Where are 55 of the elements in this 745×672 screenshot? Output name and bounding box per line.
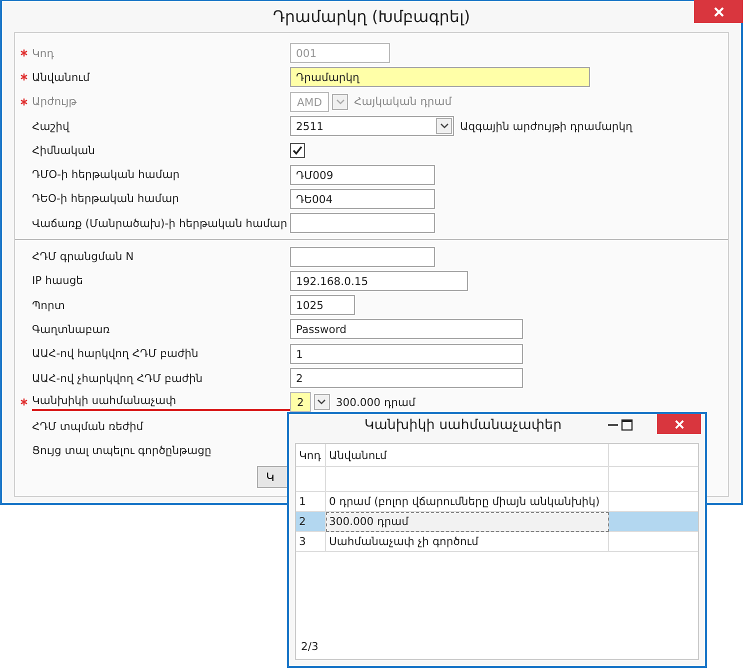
close-icon xyxy=(712,6,724,18)
field-note: Հայկական դրամ xyxy=(354,95,452,108)
popup-title: Կանխիկի սահմանաչափեր xyxy=(363,417,563,433)
column-header[interactable]: Անվանում xyxy=(326,444,609,467)
field-label: Կոդ xyxy=(32,46,55,60)
field-label: Արժույթ xyxy=(32,95,78,108)
input-field[interactable]: 192.168.0.15 xyxy=(290,270,468,291)
list-row[interactable]: 3 Սահմանաչափ չի գործում xyxy=(296,532,698,552)
input-field[interactable]: 2 xyxy=(290,368,523,388)
input-field[interactable]: Password xyxy=(290,319,523,340)
chevron-icon xyxy=(440,123,448,130)
table-cell: Սահմանաչափ չի գործում xyxy=(326,532,609,552)
field-label: ՀԴՄ տպման ռեժիմ xyxy=(32,420,144,434)
field-label: Պորտ xyxy=(32,298,66,312)
maximize-icon[interactable] xyxy=(621,419,633,431)
close-button[interactable] xyxy=(694,0,743,23)
field-label: IP հասցե xyxy=(32,274,84,288)
input-field[interactable] xyxy=(290,213,435,234)
dropdown-value: 2511 xyxy=(296,118,324,134)
close-button[interactable] xyxy=(657,414,701,434)
list-row[interactable]: 2 300.000 դրամ xyxy=(296,512,698,532)
checkbox[interactable] xyxy=(290,142,305,158)
field-label: Հիմնական xyxy=(32,144,96,157)
table-cell: 3 xyxy=(296,532,326,552)
column-header[interactable]: Կոդ xyxy=(296,444,326,467)
close-icon xyxy=(674,418,684,430)
field-label: Վաճառք (Մանրածախ)-ի հերթական համար xyxy=(32,216,288,230)
input-field[interactable]: ԴԵ004 xyxy=(290,188,435,209)
field-label: Ցույց տալ տպելու գործընթացը xyxy=(32,444,212,458)
field-note: Ազգային արժույթի դրամարկղ xyxy=(460,120,632,133)
dropdown-button[interactable] xyxy=(314,394,330,410)
chevron-icon xyxy=(317,399,326,406)
field-label: Անվանում xyxy=(32,70,91,84)
input-field[interactable]: ԴՄ009 xyxy=(290,164,435,185)
field-label: ԴՄՕ-ի հերթական համար xyxy=(32,168,181,182)
input-field[interactable]: 1025 xyxy=(290,295,355,316)
table-cell xyxy=(296,467,326,492)
input-field[interactable] xyxy=(290,246,435,267)
input-field[interactable]: 1 xyxy=(290,344,523,364)
record-counter: 2/3 xyxy=(300,640,320,655)
dropdown-field[interactable]: 2511 xyxy=(290,116,454,136)
field-label: Կանխիկի սահմանաչափ xyxy=(32,393,290,412)
input-field[interactable]: Դրամարկղ xyxy=(290,67,590,88)
field-label: ՀԴՄ գրանցման N xyxy=(32,250,135,264)
field-label: ԴԵՕ-ի հերթական համար xyxy=(32,192,180,206)
field-label: ԱԱՀ-ով հարկվող ՀԴՄ բաժին xyxy=(32,347,200,360)
field-label: Գաղտնաբառ xyxy=(32,322,111,336)
table-cell: 300.000 դրամ xyxy=(326,512,609,532)
dropdown-button[interactable] xyxy=(436,118,452,134)
field-label: ԱԱՀ-ով չհարկվող ՀԴՄ բաժին xyxy=(32,372,204,384)
chevron-icon xyxy=(336,98,345,105)
window-title: Դրամարկղ (Խմբագրել) xyxy=(272,7,470,26)
dropdown-field[interactable]: 2 xyxy=(290,392,311,412)
field-label: Հաշիվ xyxy=(32,120,70,133)
field-note: 300.000 դրամ xyxy=(336,396,416,409)
